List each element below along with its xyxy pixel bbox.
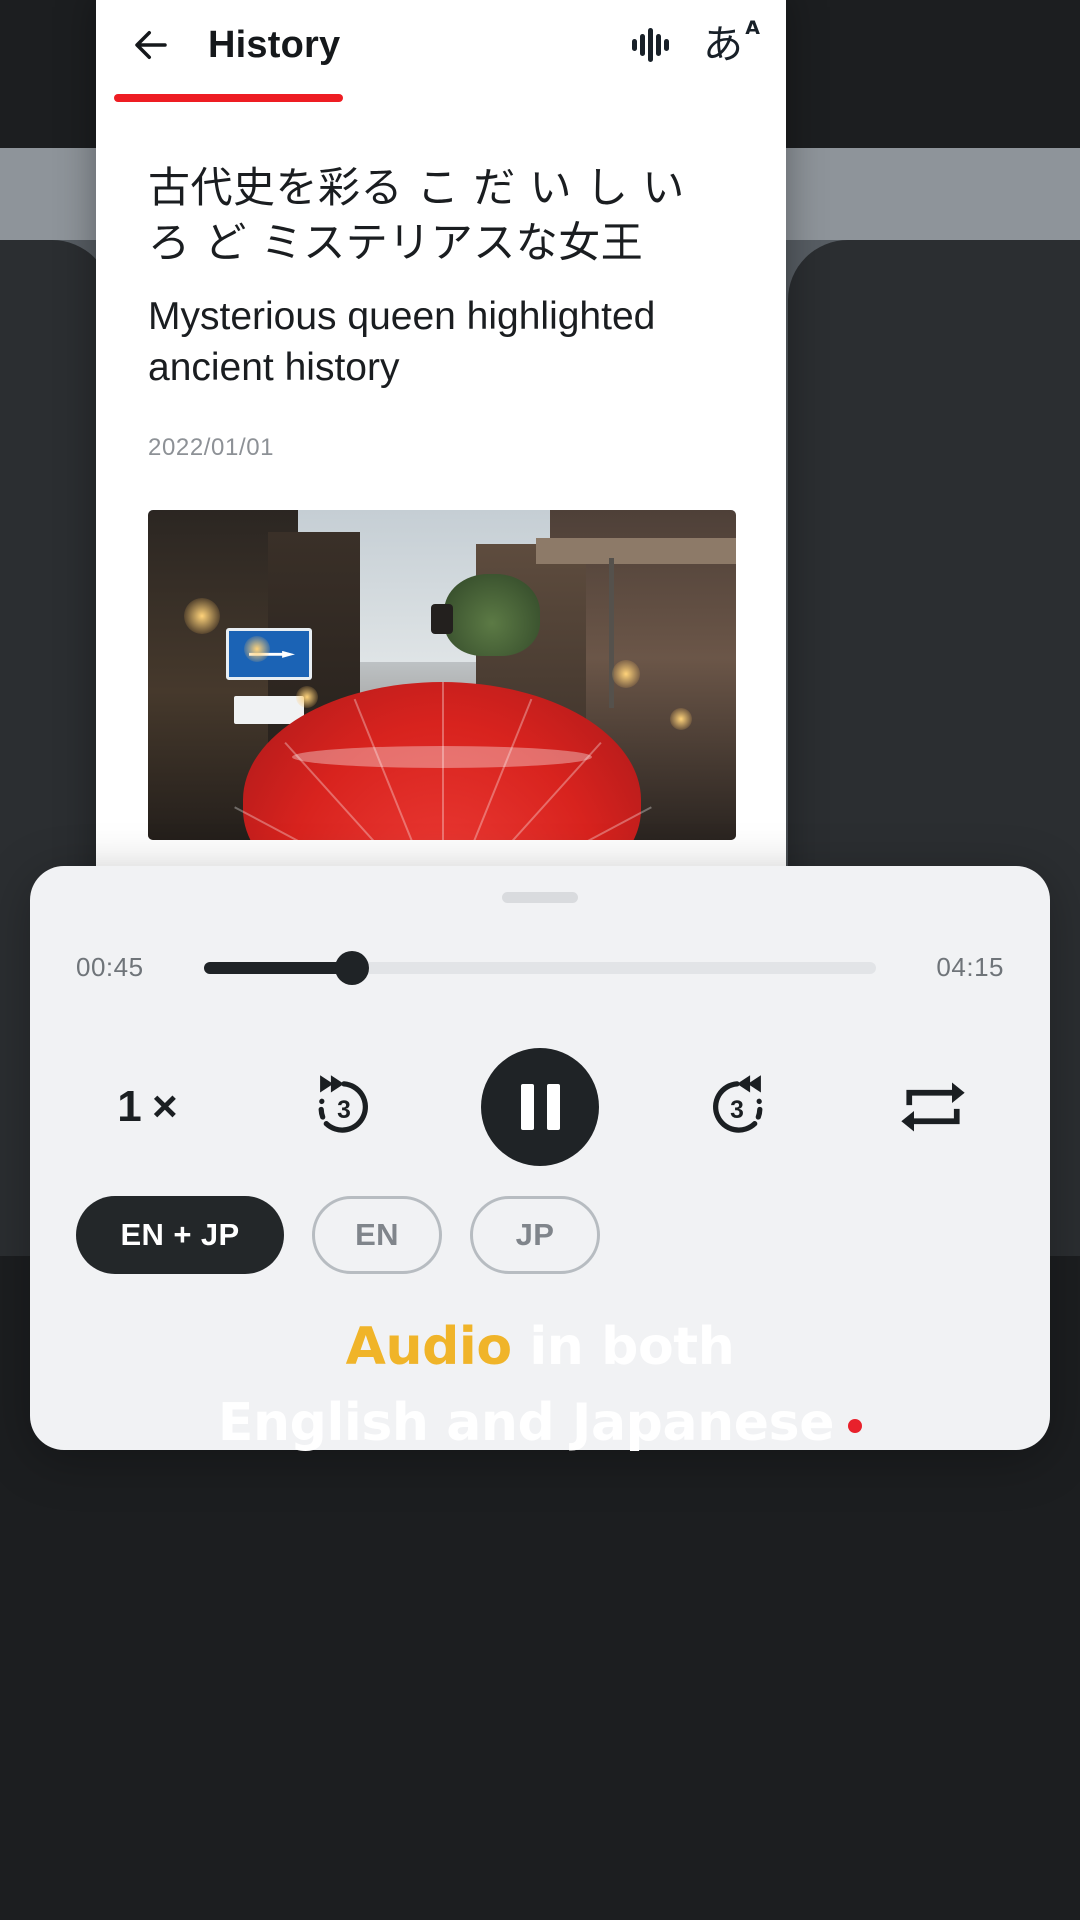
promo-caption: Audio in both English and Japanese xyxy=(0,1310,1080,1462)
pause-icon xyxy=(520,1084,560,1130)
current-time-label: 00:45 xyxy=(76,952,144,982)
hero-lamp xyxy=(244,635,270,662)
furigana-icon: あA xyxy=(703,19,760,68)
hero-tree xyxy=(444,573,540,656)
article-hero-image xyxy=(148,509,736,840)
hero-lamp xyxy=(296,685,318,708)
hero-umbrella-tip xyxy=(431,603,453,634)
back-button[interactable] xyxy=(122,16,180,74)
header-accent-underline xyxy=(114,94,343,102)
playback-seek-bar[interactable] xyxy=(204,950,876,985)
language-pill-row: EN + JP EN JP xyxy=(30,1196,1050,1274)
playback-speed-button[interactable]: 1 × xyxy=(88,1048,206,1166)
language-pill-en-jp[interactable]: EN + JP xyxy=(76,1196,284,1274)
hero-lamp xyxy=(670,707,692,730)
repeat-button[interactable] xyxy=(874,1048,992,1166)
playback-controls-row: 1 × 3 3 xyxy=(30,1048,1050,1166)
sheet-drag-handle[interactable] xyxy=(502,892,578,903)
seek-bar-fill xyxy=(204,961,352,974)
playback-speed-label: 1 × xyxy=(117,1082,177,1131)
language-pill-label: JP xyxy=(515,1217,555,1252)
forward-3-seconds-icon: 3 xyxy=(712,1075,762,1133)
caption-line-2: English and Japanese xyxy=(0,1386,1080,1462)
arrow-left-icon xyxy=(135,31,167,59)
audio-waveform-icon xyxy=(632,28,669,62)
language-pill-jp[interactable]: JP xyxy=(470,1196,600,1274)
caption-accent-word: Audio xyxy=(345,1317,512,1377)
hero-utility-pole xyxy=(609,557,614,708)
article-japanese-title: 古代史を彩る こ だ い し い ろ ど ミステリアスな女王 xyxy=(148,163,685,268)
hero-lamp xyxy=(184,597,220,634)
replay-3-seconds-icon: 3 xyxy=(318,1075,368,1133)
playback-progress-row: 00:45 04:15 xyxy=(30,950,1050,985)
language-pill-label: EN xyxy=(355,1217,399,1252)
seek-bar-thumb[interactable] xyxy=(334,950,369,985)
hero-lamp xyxy=(612,659,640,688)
svg-text:3: 3 xyxy=(730,1097,744,1124)
rewind-3-seconds-button[interactable]: 3 xyxy=(285,1048,403,1166)
caption-dot xyxy=(848,1418,863,1433)
caption-line-1-rest: in both xyxy=(511,1317,735,1377)
hero-umbrella-band xyxy=(292,745,592,768)
app-header: History あA xyxy=(96,0,786,104)
furigana-glyph: あ xyxy=(703,22,743,68)
caption-line-2-text: English and Japanese xyxy=(217,1392,835,1453)
hero-roof xyxy=(536,537,736,564)
total-time-label: 04:15 xyxy=(936,952,1004,982)
audio-waveform-button[interactable] xyxy=(620,16,678,74)
article-block: 古代史を彩る こ だ い し い ろ ど ミステリアスな女王 Mysteriou… xyxy=(96,104,786,462)
caption-line-1: Audio in both xyxy=(0,1310,1080,1386)
svg-text:3: 3 xyxy=(337,1097,351,1124)
repeat-icon xyxy=(901,1082,965,1132)
furigana-toggle-button[interactable]: あA xyxy=(694,16,760,74)
page-title: History xyxy=(208,23,341,66)
furigana-superscript: A xyxy=(745,17,760,39)
article-date: 2022/01/01 xyxy=(148,433,275,461)
forward-3-seconds-button[interactable]: 3 xyxy=(678,1048,796,1166)
article-english-title: Mysterious queen highlighted ancient his… xyxy=(148,294,656,390)
play-pause-button[interactable] xyxy=(481,1048,599,1166)
language-pill-en[interactable]: EN xyxy=(312,1196,442,1274)
language-pill-label: EN + JP xyxy=(120,1217,240,1252)
